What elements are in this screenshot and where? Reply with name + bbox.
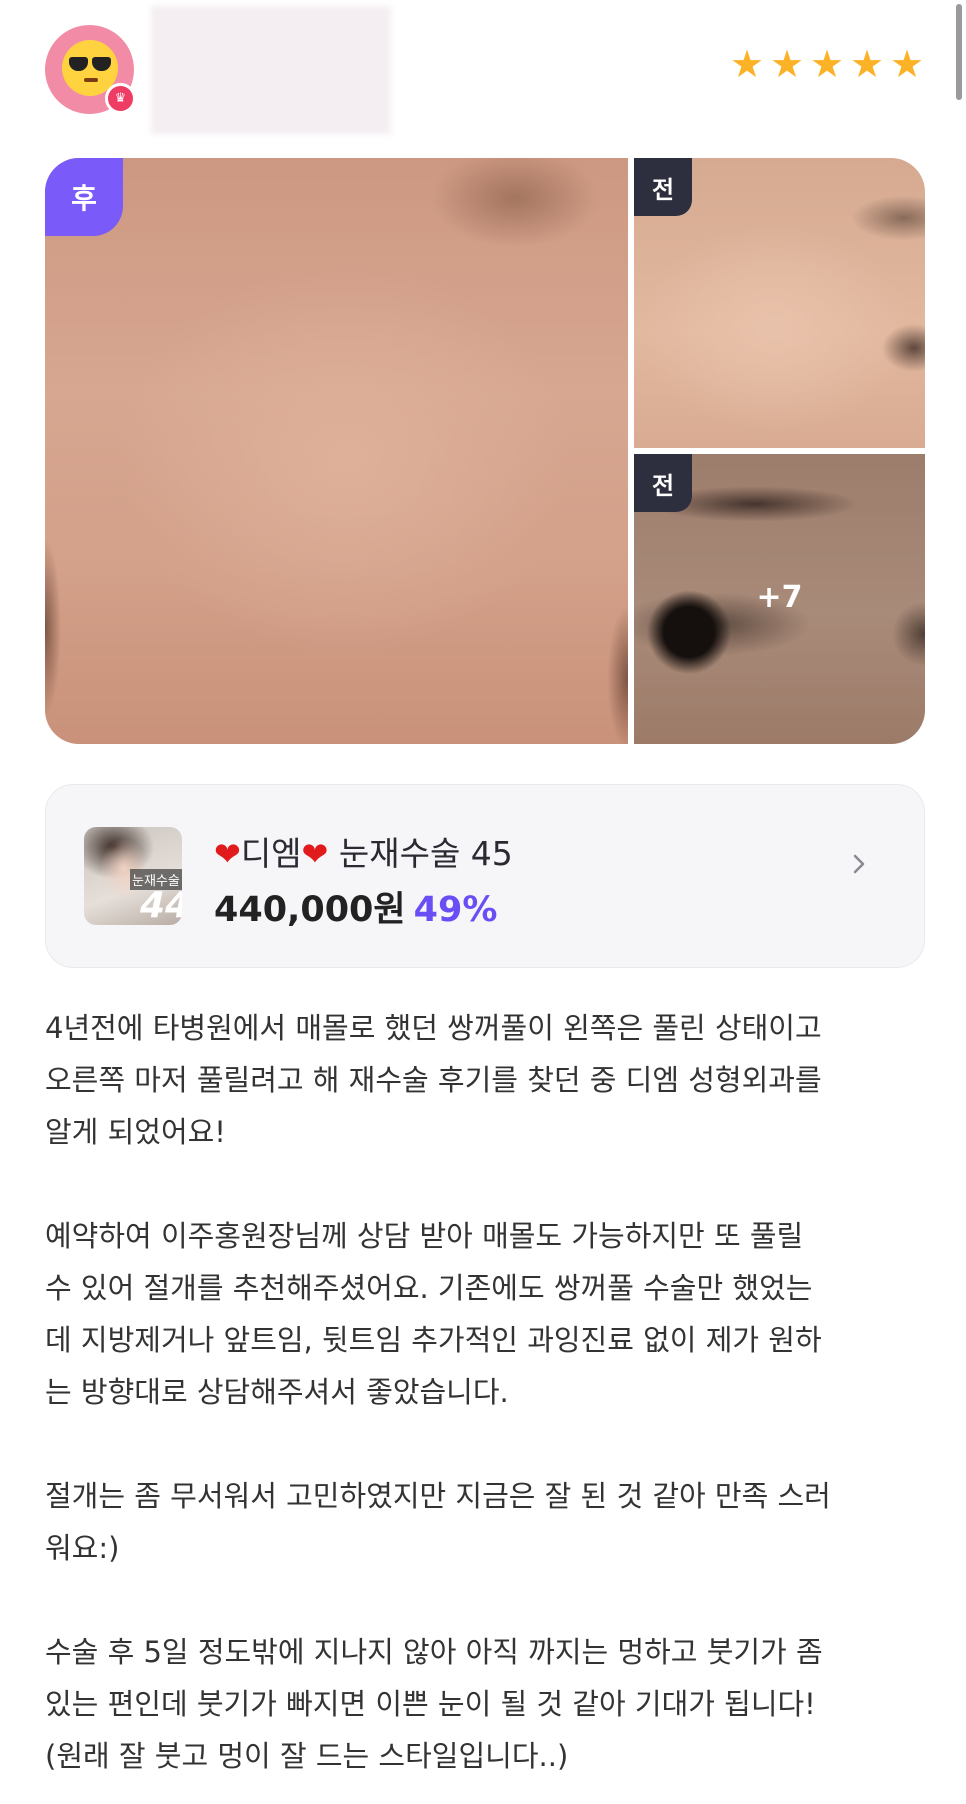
scrollbar[interactable] [956, 4, 962, 100]
review-text: 4년전에 타병원에서 매몰로 했던 쌍꺼풀이 왼쪽은 풀린 상태이고 오른쪽 마… [45, 1002, 925, 1782]
procedure-name: 눈재수술 45 [338, 834, 513, 873]
avatar[interactable]: ♛ [45, 25, 136, 114]
after-badge: 후 [45, 158, 123, 236]
before-badge: 전 [634, 454, 692, 512]
after-photo[interactable]: 후 [45, 158, 628, 744]
product-title: ❤디엠❤ 눈재수술 45 [214, 827, 513, 875]
product-price: 440,000원 [214, 890, 406, 930]
hospital-name: 디엠 [240, 834, 302, 873]
review-header: ♛ ★ ★ ★ ★ ★ [45, 6, 925, 138]
blurred-nickname [151, 6, 391, 134]
review-paragraph: 절개는 좀 무서워서 고민하였지만 지금은 잘 된 것 같아 만족 스러 워요:… [45, 1479, 831, 1565]
star-icon: ★ [849, 42, 885, 86]
before-badge: 전 [634, 158, 692, 216]
crown-icon: ♛ [105, 83, 136, 114]
review-paragraph: 예약하여 이주홍원장님께 상담 받아 매몰도 가능하지만 또 풀릴 수 있어 절… [45, 1219, 822, 1409]
heart-icon: ❤ [214, 835, 241, 873]
star-rating: ★ ★ ★ ★ ★ [729, 42, 925, 86]
before-photo-2[interactable]: 전 +7 [634, 454, 925, 744]
price-row: 440,000원 49% [214, 881, 497, 932]
before-photo-1[interactable]: 전 [634, 158, 925, 448]
product-thumbnail: 눈재수술 44 [84, 827, 182, 925]
thumbnail-number: 44 [140, 885, 182, 925]
star-icon: ★ [729, 42, 765, 86]
star-icon: ★ [769, 42, 805, 86]
discount-rate: 49% [413, 890, 498, 930]
chevron-right-icon[interactable] [848, 853, 870, 875]
more-photos-count: +7 [756, 580, 803, 615]
star-icon: ★ [889, 42, 925, 86]
photo-gallery: 후 전 전 +7 [45, 158, 925, 744]
review-paragraph: 4년전에 타병원에서 매몰로 했던 쌍꺼풀이 왼쪽은 풀린 상태이고 오른쪽 마… [45, 1011, 822, 1149]
heart-icon: ❤ [301, 835, 329, 873]
review-paragraph: 수술 후 5일 정도밖에 지나지 않아 아직 까지는 멍하고 붓기가 좀 있는 … [45, 1635, 823, 1773]
star-icon: ★ [809, 42, 845, 86]
product-card[interactable]: 눈재수술 44 ❤디엠❤ 눈재수술 45 440,000원49% [45, 784, 925, 968]
